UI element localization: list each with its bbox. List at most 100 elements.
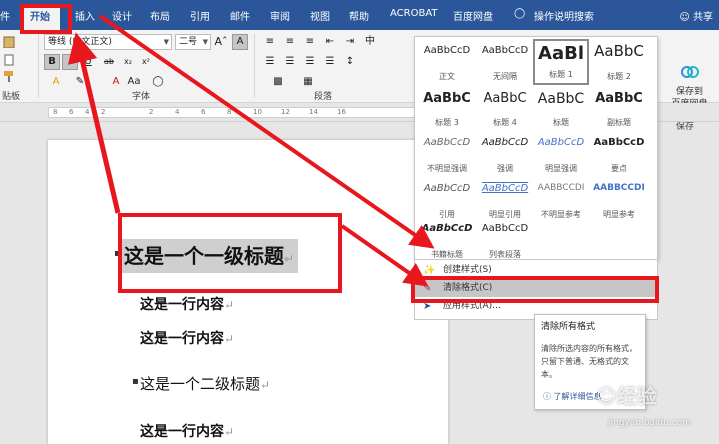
tab-insert[interactable]: 插入 [75, 8, 95, 23]
ruler-tick: 6 [69, 108, 74, 116]
style-preview: AaBbCcD [481, 137, 529, 148]
tab-acrobat[interactable]: ACROBAT [390, 8, 438, 19]
style-strong[interactable]: AaBbCcD 要点 [591, 131, 647, 177]
ruler-tick: 4 [175, 108, 180, 116]
paragraph-mark: ↵ [224, 425, 235, 439]
style-preview: AABBCCDI [593, 183, 645, 193]
style-normal[interactable]: AaBbCcD 正文 [419, 39, 475, 85]
style-preview: AaBbCcD [481, 45, 529, 56]
tab-baidu-netdisk[interactable]: 百度网盘 [453, 8, 493, 23]
style-subtitle[interactable]: AaBbC 副标题 [591, 85, 647, 131]
highlight-icon[interactable]: ✎ [72, 74, 88, 90]
bold-button[interactable]: B [44, 54, 60, 70]
style-preview: AaBbCcD [423, 45, 471, 56]
copy-icon[interactable] [2, 54, 16, 66]
font-color-icon[interactable]: A [108, 74, 124, 90]
style-book-title[interactable]: AaBbCcD 书籍标题 [419, 217, 475, 263]
ruler-tick: 8 [227, 108, 232, 116]
style-name: 副标题 [607, 118, 631, 127]
bullet-marker: ▪ [132, 376, 139, 387]
style-intense-reference[interactable]: AABBCCDI 明显参考 [591, 177, 647, 223]
chinese-layout-icon[interactable]: 中 [362, 34, 378, 50]
font-size-select[interactable]: 二号 ▼ [175, 34, 211, 50]
align-left-icon[interactable]: ☰ [262, 54, 278, 70]
watermark-text: 经验 [616, 384, 657, 408]
ruler-tick: 8 [53, 108, 58, 116]
clear-formatting-icon[interactable]: A [232, 34, 248, 50]
style-name: 标题 1 [549, 70, 573, 79]
tab-design[interactable]: 设计 [112, 8, 132, 23]
style-preview: AaBbC [423, 91, 471, 106]
italic-button[interactable]: I [62, 54, 78, 70]
format-painter-icon[interactable] [2, 70, 16, 82]
tab-references[interactable]: 引用 [190, 8, 210, 23]
content-line[interactable]: 这是一行内容↵ [140, 294, 234, 314]
style-name: 标题 2 [607, 72, 631, 81]
annotation-box-heading [118, 213, 342, 293]
multilevel-list-icon[interactable]: ≡ [302, 34, 318, 50]
paragraph-mark: ↵ [260, 378, 271, 392]
superscript-button[interactable]: x² [138, 54, 154, 70]
ruler-tick: 6 [201, 108, 206, 116]
style-heading-1[interactable]: AaBl 标题 1 [533, 39, 589, 85]
enclose-icon[interactable]: ◯ [150, 74, 166, 90]
paragraph-mark: ↵ [224, 298, 235, 312]
increase-indent-icon[interactable]: ⇥ [342, 34, 358, 50]
subscript-button[interactable]: x₂ [120, 54, 136, 70]
style-subtle-reference[interactable]: AABBCCDI 不明显参考 [533, 177, 589, 223]
shading-icon[interactable]: ▩ [270, 74, 286, 90]
style-preview: AaBbC [595, 91, 643, 106]
style-list-paragraph[interactable]: AaBbCcD 列表段落 [477, 217, 533, 263]
strikethrough-button[interactable]: ab [101, 54, 117, 70]
content-line-value: 这是一行内容 [140, 424, 224, 440]
style-intense-emphasis[interactable]: AaBbCcD 明显强调 [533, 131, 589, 177]
borders-icon[interactable]: ▦ [300, 74, 316, 90]
style-preview: AABBCCDI [537, 183, 585, 193]
bullets-icon[interactable]: ≡ [262, 34, 278, 50]
content-line[interactable]: 这是一行内容↵ [140, 421, 234, 441]
tab-review[interactable]: 审阅 [270, 8, 290, 23]
style-heading-2[interactable]: AaBbC 标题 2 [591, 39, 647, 85]
align-right-icon[interactable]: ☰ [302, 54, 318, 70]
paw-icon: ☺ [596, 384, 617, 408]
style-preview: AaBbCcD [423, 137, 471, 148]
justify-icon[interactable]: ☰ [322, 54, 338, 70]
content-line-value: 这是一行内容 [140, 297, 224, 313]
tab-layout[interactable]: 布局 [150, 8, 170, 23]
tooltip-learn-more[interactable]: ⓘ 了解详细信息 [543, 391, 602, 402]
tell-me-search[interactable]: 操作说明搜索 [534, 8, 594, 23]
tooltip-title: 清除所有格式 [541, 322, 596, 332]
style-name: 书籍标题 [431, 250, 463, 259]
info-icon: ⓘ [543, 392, 554, 401]
tab-mailings[interactable]: 邮件 [230, 8, 250, 23]
tab-help[interactable]: 帮助 [349, 8, 369, 23]
baidu-netdisk-icon [681, 66, 699, 78]
grow-font-icon[interactable]: Aˆ [213, 34, 229, 50]
text-effects-icon[interactable]: A [48, 74, 64, 90]
font-name-select[interactable]: 等线 (中文正文) ▼ [44, 34, 172, 50]
line-spacing-icon[interactable]: ↕ [342, 54, 358, 70]
ruler-tick: 4 [85, 108, 90, 116]
save-to-baidu-group[interactable]: 保存到 百度网盘 保存 [660, 60, 719, 133]
style-emphasis[interactable]: AaBbCcD 强调 [477, 131, 533, 177]
numbering-icon[interactable]: ≡ [282, 34, 298, 50]
tab-bar: 件 开始 插入 设计 布局 引用 邮件 审阅 视图 帮助 ACROBAT 百度网… [0, 0, 719, 30]
clipboard-icon[interactable] [2, 36, 16, 48]
style-heading-4[interactable]: AaBbC 标题 4 [477, 85, 533, 131]
style-title[interactable]: AaBbC 标题 [533, 85, 589, 131]
tab-view[interactable]: 视图 [310, 8, 330, 23]
style-no-spacing[interactable]: AaBbCcD 无间隔 [477, 39, 533, 85]
divider [38, 34, 39, 98]
align-center-icon[interactable]: ☰ [282, 54, 298, 70]
tab-file[interactable]: 件 [0, 8, 10, 23]
case-icon[interactable]: Aa [126, 74, 142, 90]
style-subtle-emphasis[interactable]: AaBbCcD 不明显强调 [419, 131, 475, 177]
ruler-track[interactable]: 8 6 4 2 2 4 6 8 10 12 14 16 [48, 107, 428, 118]
heading-2-text[interactable]: 这是一个二级标题↵ [140, 373, 270, 394]
style-name: 标题 [553, 118, 569, 127]
share-button[interactable]: ☺ 共享 [679, 8, 713, 23]
content-line[interactable]: 这是一行内容↵ [140, 328, 234, 348]
underline-button[interactable]: U [80, 54, 96, 70]
style-heading-3[interactable]: AaBbC 标题 3 [419, 85, 475, 131]
decrease-indent-icon[interactable]: ⇤ [322, 34, 338, 50]
